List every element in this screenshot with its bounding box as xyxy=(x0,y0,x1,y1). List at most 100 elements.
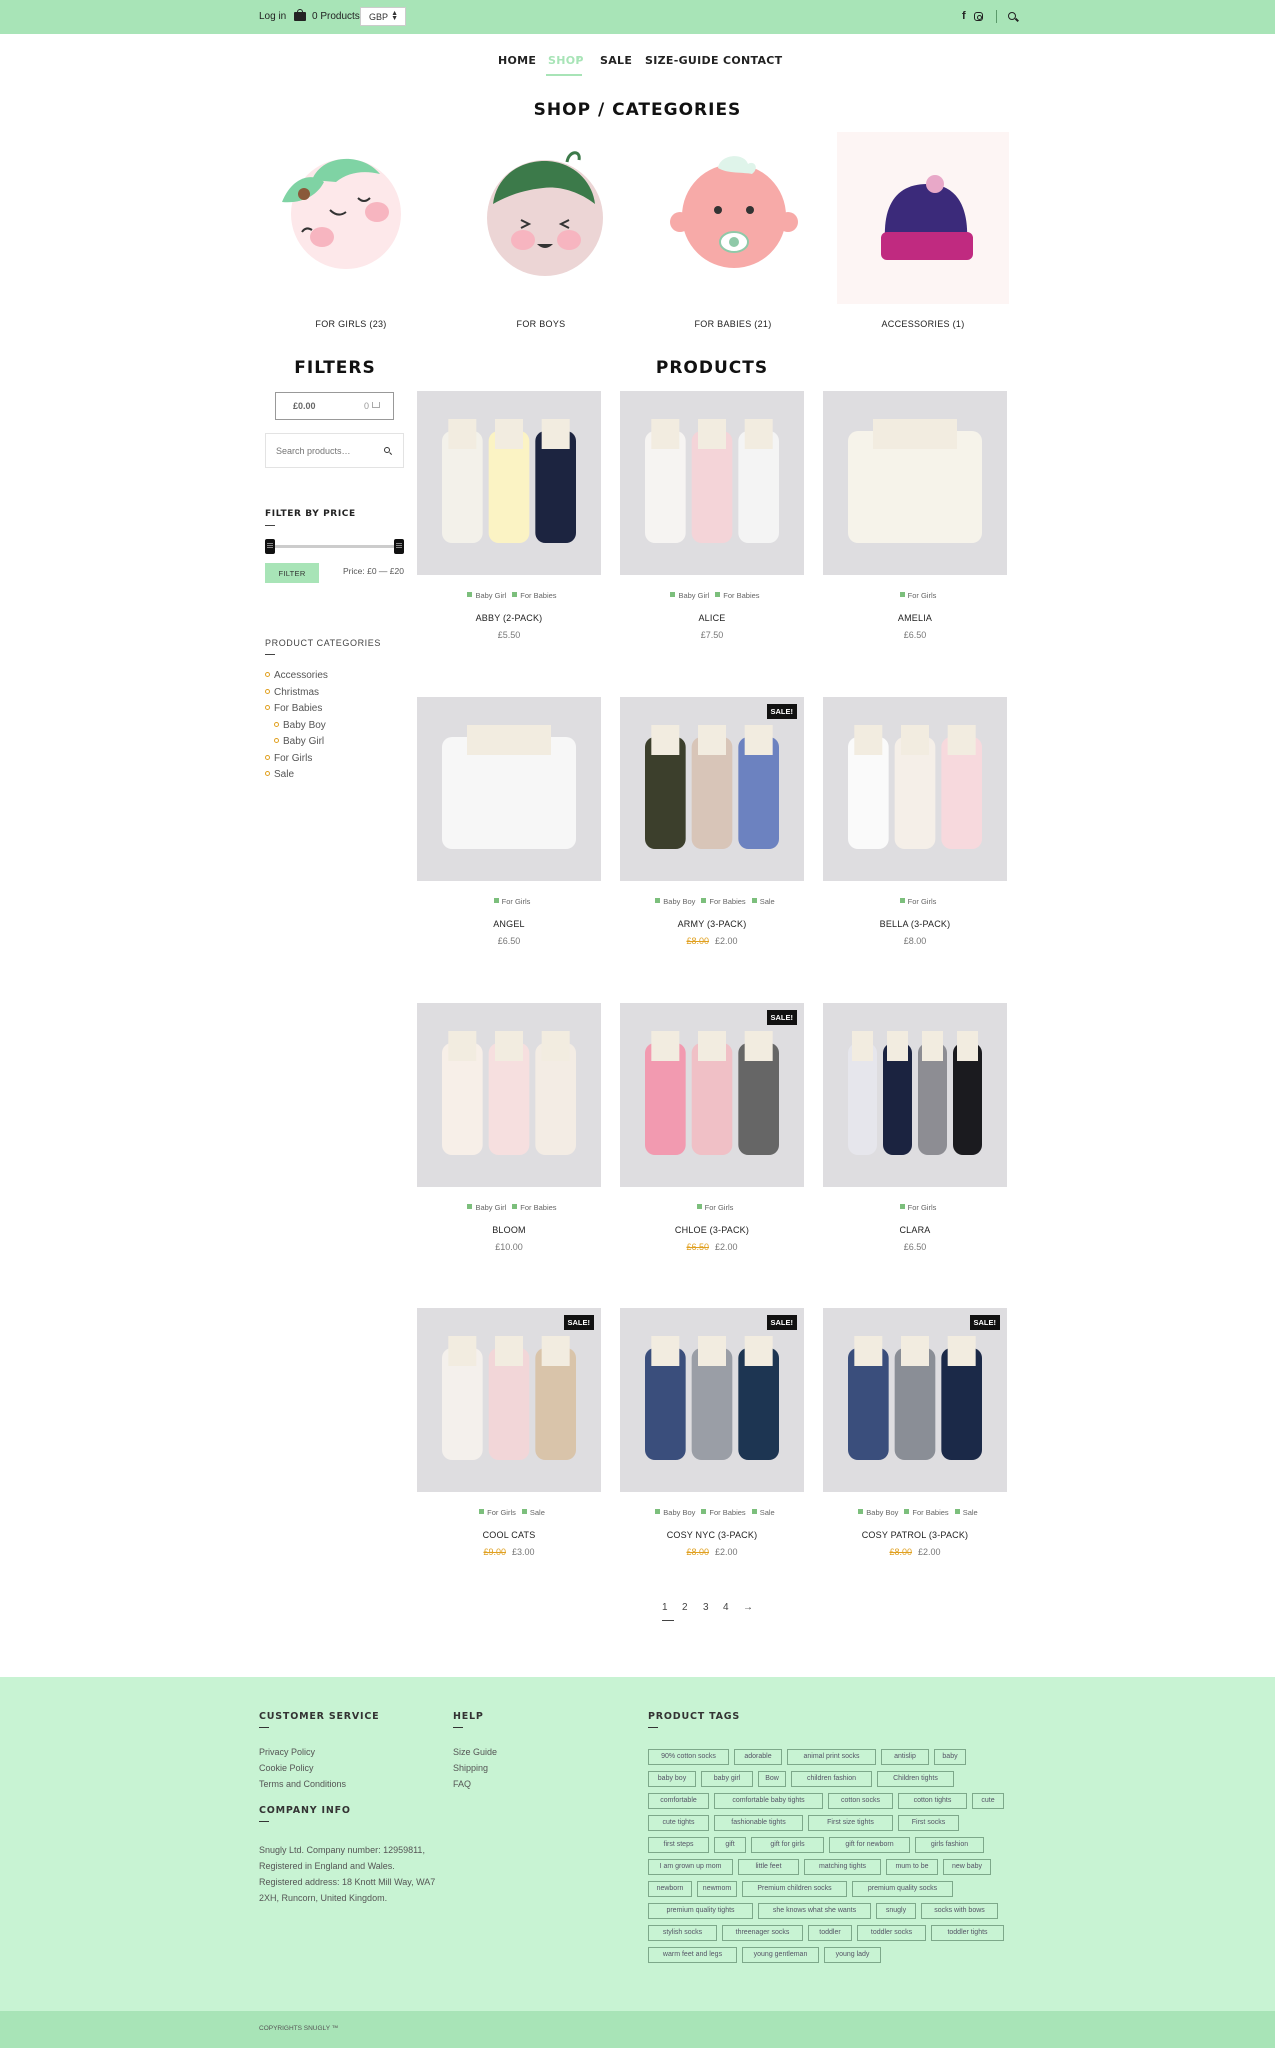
tag-toddler-tights[interactable]: toddler tights xyxy=(931,1925,1004,1941)
category-label-girls[interactable]: FOR GIRLS (23) xyxy=(265,319,437,329)
product-image-alice[interactable] xyxy=(620,391,804,575)
tag-baby-boy[interactable]: baby boy xyxy=(648,1771,696,1787)
category-label-boys[interactable]: FOR BOYS xyxy=(455,319,627,329)
tag-mum-to-be[interactable]: mum to be xyxy=(886,1859,938,1875)
category-label-babies[interactable]: FOR BABIES (21) xyxy=(647,319,819,329)
product-name[interactable]: CLARA xyxy=(823,1225,1007,1235)
tag-newborn[interactable]: newborn xyxy=(648,1881,692,1897)
tag-children-tights[interactable]: Children tights xyxy=(877,1771,954,1787)
category-link-for-babies[interactable]: For Babies xyxy=(265,703,322,714)
product-image-amelia[interactable] xyxy=(823,391,1007,575)
product-image-clara[interactable] xyxy=(823,1003,1007,1187)
size-guide-link[interactable]: Size Guide xyxy=(453,1747,497,1757)
next-page-arrow[interactable]: → xyxy=(743,1602,753,1613)
filter-button[interactable]: FILTER xyxy=(265,563,319,583)
tag-children-fashion[interactable]: children fashion xyxy=(791,1771,872,1787)
nav-sale[interactable]: SALE xyxy=(600,54,632,67)
tag-fashionable-tights[interactable]: fashionable tights xyxy=(714,1815,803,1831)
tag-cute-tights[interactable]: cute tights xyxy=(648,1815,709,1831)
login-link[interactable]: Log in xyxy=(259,11,286,22)
product-name[interactable]: ABBY (2-PACK) xyxy=(417,613,601,623)
product-name[interactable]: ALICE xyxy=(620,613,804,623)
category-link-baby-girl[interactable]: Baby Girl xyxy=(274,736,324,747)
category-link-christmas[interactable]: Christmas xyxy=(265,687,319,698)
category-boys-image[interactable] xyxy=(457,132,629,304)
tag-new-baby[interactable]: new baby xyxy=(943,1859,991,1875)
product-category-link[interactable]: For Babies xyxy=(723,591,759,600)
product-name[interactable]: AMELIA xyxy=(823,613,1007,623)
page-1[interactable]: 1 xyxy=(662,1602,668,1613)
page-3[interactable]: 3 xyxy=(703,1602,709,1613)
tag-premium-quality-tights[interactable]: premium quality tights xyxy=(648,1903,753,1919)
instagram-icon[interactable] xyxy=(974,12,983,21)
product-category-link[interactable]: Sale xyxy=(760,1508,775,1517)
product-category-link[interactable]: Baby Girl xyxy=(475,1203,506,1212)
product-name[interactable]: COOL CATS xyxy=(417,1530,601,1540)
category-girls-image[interactable] xyxy=(252,132,424,304)
category-link-accessories[interactable]: Accessories xyxy=(265,670,328,681)
tag-threenager-socks[interactable]: threenager socks xyxy=(722,1925,803,1941)
page-2[interactable]: 2 xyxy=(682,1602,688,1613)
tag-cotton-socks[interactable]: cotton socks xyxy=(828,1793,893,1809)
category-link-for-girls[interactable]: For Girls xyxy=(265,753,312,764)
product-image-army-3-pack[interactable]: SALE! xyxy=(620,697,804,881)
tag-young-gentleman[interactable]: young gentleman xyxy=(742,1947,819,1963)
product-category-link[interactable]: Baby Boy xyxy=(663,897,695,906)
product-name[interactable]: COSY NYC (3-PACK) xyxy=(620,1530,804,1540)
tag-antislip[interactable]: antislip xyxy=(881,1749,929,1765)
nav-size-guide[interactable]: SIZE-GUIDE xyxy=(645,54,719,67)
search-input[interactable] xyxy=(276,444,376,458)
tag-young-lady[interactable]: young lady xyxy=(824,1947,881,1963)
tag-comfortable[interactable]: comfortable xyxy=(648,1793,709,1809)
category-link-sale[interactable]: Sale xyxy=(265,769,294,780)
tag-newmom[interactable]: newmom xyxy=(697,1881,737,1897)
product-category-link[interactable]: For Babies xyxy=(520,591,556,600)
tag-90-cotton-socks[interactable]: 90% cotton socks xyxy=(648,1749,729,1765)
category-accessories-image[interactable] xyxy=(837,132,1009,304)
product-category-link[interactable]: Baby Girl xyxy=(678,591,709,600)
product-image-bloom[interactable] xyxy=(417,1003,601,1187)
terms-link[interactable]: Terms and Conditions xyxy=(259,1779,346,1789)
tag-animal-print-socks[interactable]: animal print socks xyxy=(787,1749,876,1765)
product-image-cosy-nyc-3-pack[interactable]: SALE! xyxy=(620,1308,804,1492)
product-name[interactable]: CHLOE (3-PACK) xyxy=(620,1225,804,1235)
product-category-link[interactable]: For Babies xyxy=(912,1508,948,1517)
tag-gift[interactable]: gift xyxy=(714,1837,746,1853)
search-icon[interactable] xyxy=(1008,12,1016,20)
product-category-link[interactable]: Sale xyxy=(760,897,775,906)
product-category-link[interactable]: For Babies xyxy=(709,897,745,906)
tag-stylish-socks[interactable]: stylish socks xyxy=(648,1925,717,1941)
tag-gift-for-girls[interactable]: gift for girls xyxy=(751,1837,824,1853)
product-category-link[interactable]: For Girls xyxy=(908,1203,937,1212)
tag-first-socks[interactable]: First socks xyxy=(898,1815,959,1831)
tag-premium-quality-socks[interactable]: premium quality socks xyxy=(852,1881,953,1897)
nav-home[interactable]: HOME xyxy=(498,54,536,67)
tag-she-knows-what-she-wants[interactable]: she knows what she wants xyxy=(758,1903,871,1919)
product-image-abby-2-pack[interactable] xyxy=(417,391,601,575)
tag-toddler-socks[interactable]: toddler socks xyxy=(857,1925,926,1941)
tag-toddler[interactable]: toddler xyxy=(808,1925,852,1941)
page-4[interactable]: 4 xyxy=(723,1602,729,1613)
product-category-link[interactable]: For Girls xyxy=(487,1508,516,1517)
price-slider-track[interactable] xyxy=(270,545,400,548)
product-image-bella-3-pack[interactable] xyxy=(823,697,1007,881)
tag-first-size-tights[interactable]: First size tights xyxy=(808,1815,893,1831)
currency-select[interactable]: GBP ▲ ▼ xyxy=(360,7,406,26)
tag-snugly[interactable]: snugly xyxy=(876,1903,916,1919)
category-babies-image[interactable] xyxy=(648,132,820,304)
facebook-icon[interactable]: f xyxy=(962,10,966,22)
product-category-link[interactable]: Sale xyxy=(530,1508,545,1517)
product-category-link[interactable]: For Girls xyxy=(908,591,937,600)
tag-gift-for-newborn[interactable]: gift for newborn xyxy=(829,1837,910,1853)
faq-link[interactable]: FAQ xyxy=(453,1779,471,1789)
product-name[interactable]: BLOOM xyxy=(417,1225,601,1235)
privacy-policy-link[interactable]: Privacy Policy xyxy=(259,1747,315,1757)
category-label-accessories[interactable]: ACCESSORIES (1) xyxy=(837,319,1009,329)
tag-comfortable-baby-tights[interactable]: comfortable baby tights xyxy=(714,1793,823,1809)
product-name[interactable]: ARMY (3-PACK) xyxy=(620,919,804,929)
shipping-link[interactable]: Shipping xyxy=(453,1763,488,1773)
tag-cute[interactable]: cute xyxy=(972,1793,1004,1809)
product-image-cool-cats[interactable]: SALE! xyxy=(417,1308,601,1492)
nav-contact[interactable]: CONTACT xyxy=(723,54,782,67)
tag-first-steps[interactable]: first steps xyxy=(648,1837,709,1853)
